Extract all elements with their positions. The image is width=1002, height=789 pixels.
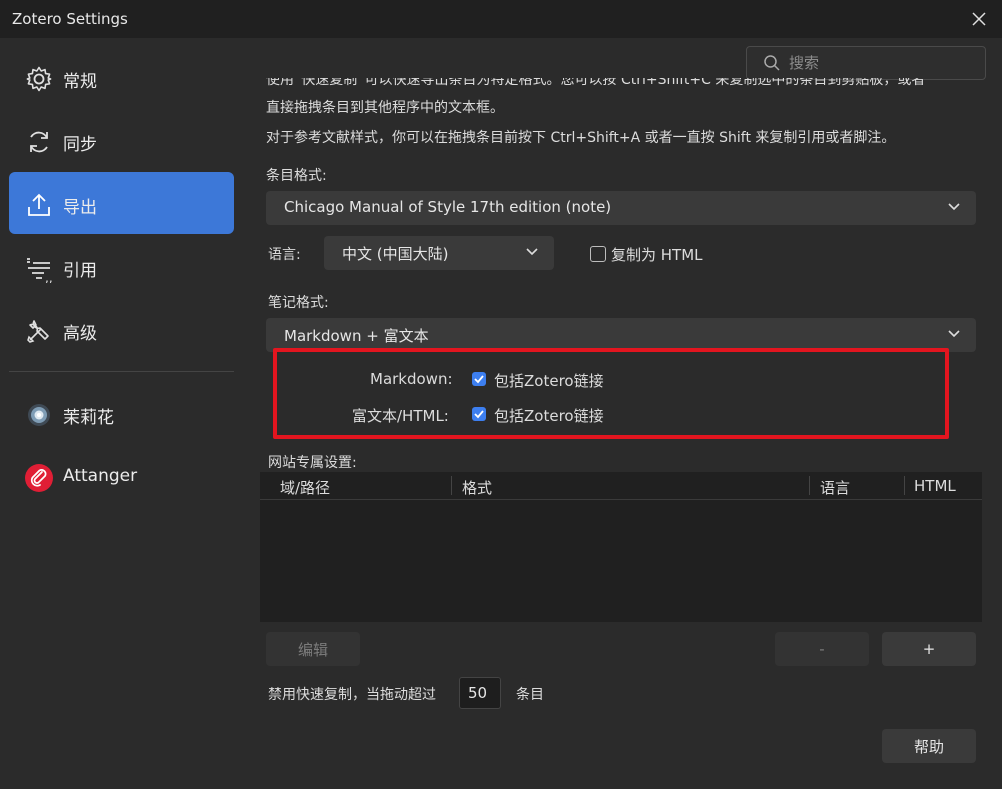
sidebar-item-general[interactable]: 常规 xyxy=(9,46,234,108)
chevron-down-icon xyxy=(948,330,960,338)
add-button[interactable]: + xyxy=(882,632,976,666)
sidebar-item-label: Attanger xyxy=(63,466,138,486)
sidebar-item-sync[interactable]: 同步 xyxy=(9,109,234,171)
chevron-down-icon xyxy=(948,203,960,211)
help-button[interactable]: 帮助 xyxy=(882,729,976,763)
language-label: 语言: xyxy=(268,247,301,263)
column-header-format[interactable]: 格式 xyxy=(462,477,492,498)
sidebar-item-label: 引用 xyxy=(63,261,97,281)
language-select[interactable]: 中文 (中国大陆) xyxy=(324,236,554,270)
copy-html-checkbox[interactable] xyxy=(590,246,606,262)
export-description-clipped: 使用“快速复制”可以快速导出条目为特定格式。您可以按 Ctrl+Shift+C … xyxy=(266,78,966,90)
quick-copy-limit-unit: 条目 xyxy=(516,687,544,703)
column-divider xyxy=(809,476,810,495)
export-description-line1: 使用“快速复制”可以快速导出条目为特定格式。您可以按 Ctrl+Shift+C … xyxy=(266,78,926,88)
highlight-annotation-box xyxy=(273,348,949,439)
edit-button[interactable]: 编辑 xyxy=(266,632,360,666)
search-icon xyxy=(764,55,780,71)
sidebar-item-cite[interactable]: ,, 引用 xyxy=(9,235,234,297)
language-value: 中文 (中国大陆) xyxy=(342,245,449,263)
remove-button[interactable]: - xyxy=(775,632,869,666)
upload-icon xyxy=(24,190,54,220)
column-header-language[interactable]: 语言 xyxy=(820,477,850,498)
export-description-line2: 直接拖拽条目到其他程序中的文本框。 xyxy=(266,100,504,116)
sidebar-item-label: 茉莉花 xyxy=(63,408,114,428)
tools-icon xyxy=(24,316,54,346)
export-description-line3: 对于参考文献样式，你可以在拖拽条目前按下 Ctrl+Shift+A 或者一直按 … xyxy=(266,130,896,146)
table-header: 域/路径 格式 语言 HTML xyxy=(260,472,982,500)
column-header-domain[interactable]: 域/路径 xyxy=(280,477,330,498)
search-input[interactable] xyxy=(787,51,971,75)
svg-text:,,: ,, xyxy=(45,271,53,283)
disable-quick-copy-label: 禁用快速复制，当拖动超过 xyxy=(268,687,436,703)
quick-copy-limit-input[interactable]: 50 xyxy=(459,677,501,709)
gear-icon xyxy=(24,64,54,94)
copy-html-label: 复制为 HTML xyxy=(611,246,703,264)
chevron-down-icon xyxy=(526,248,538,256)
sidebar-item-label: 导出 xyxy=(63,198,97,218)
window-title: Zotero Settings xyxy=(12,10,128,28)
column-header-html[interactable]: HTML xyxy=(914,477,956,495)
sidebar-divider xyxy=(9,371,234,372)
note-format-value: Markdown + 富文本 xyxy=(284,327,429,345)
sidebar-item-label: 高级 xyxy=(63,324,97,344)
site-settings-table[interactable]: 域/路径 格式 语言 HTML xyxy=(260,472,982,622)
sidebar-item-advanced[interactable]: 高级 xyxy=(9,298,234,360)
column-divider xyxy=(904,476,905,495)
sidebar-item-export[interactable]: 导出 xyxy=(9,172,234,234)
note-format-select[interactable]: Markdown + 富文本 xyxy=(266,318,976,352)
sidebar-item-attanger[interactable]: Attanger xyxy=(9,445,234,507)
item-format-value: Chicago Manual of Style 17th edition (no… xyxy=(284,198,612,216)
sidebar-item-label: 同步 xyxy=(63,135,97,155)
quote-icon: ,, xyxy=(24,253,54,283)
sidebar: 常规 同步 导出 ,, 引用 高级 茉莉花 Attanger xyxy=(0,38,244,789)
sidebar-item-label: 常规 xyxy=(63,72,97,92)
flower-icon xyxy=(24,400,54,430)
item-format-label: 条目格式: xyxy=(266,168,327,184)
note-format-label: 笔记格式: xyxy=(268,295,329,311)
title-bar: Zotero Settings xyxy=(0,0,1002,38)
column-divider xyxy=(451,476,452,495)
item-format-select[interactable]: Chicago Manual of Style 17th edition (no… xyxy=(266,191,976,225)
paperclip-icon xyxy=(24,463,54,493)
close-icon[interactable] xyxy=(970,10,988,28)
site-settings-label: 网站专属设置: xyxy=(268,455,357,471)
sidebar-item-jasminum[interactable]: 茉莉花 xyxy=(9,382,234,444)
search-box[interactable] xyxy=(746,46,986,80)
sync-icon xyxy=(24,127,54,157)
